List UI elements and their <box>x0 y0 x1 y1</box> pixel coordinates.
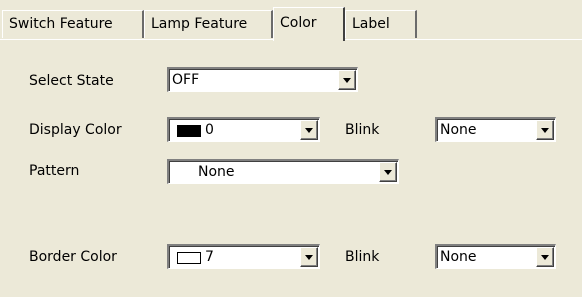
display-blink-dropdown[interactable]: None <box>435 117 556 142</box>
select-state-dropdown[interactable]: OFF <box>167 67 358 92</box>
dropdown-button[interactable] <box>536 247 554 267</box>
tab-label: Switch Feature <box>9 16 113 32</box>
display-blink-value: None <box>440 122 477 138</box>
pattern-value: None <box>198 164 235 180</box>
display-color-dropdown[interactable]: 0 <box>167 117 320 142</box>
chevron-down-icon <box>384 170 392 175</box>
dropdown-button[interactable] <box>536 120 554 140</box>
dropdown-button[interactable] <box>338 70 356 90</box>
dropdown-button[interactable] <box>300 247 318 267</box>
tab-lamp-feature[interactable]: Lamp Feature <box>144 10 273 38</box>
tab-label: Color <box>280 15 317 31</box>
border-color-value: 7 <box>205 249 214 265</box>
pattern-dropdown[interactable]: None <box>167 159 399 184</box>
border-blink-dropdown[interactable]: None <box>435 244 556 269</box>
tab-label-tab[interactable]: Label <box>345 10 417 38</box>
pattern-label: Pattern <box>29 163 80 179</box>
select-state-value: OFF <box>172 72 200 88</box>
border-color-label: Border Color <box>29 249 117 265</box>
border-blink-label: Blink <box>345 249 380 265</box>
tab-label: Lamp Feature <box>151 16 248 32</box>
display-color-label: Display Color <box>29 122 122 138</box>
dropdown-button[interactable] <box>300 120 318 140</box>
chevron-down-icon <box>305 255 313 260</box>
color-swatch-icon <box>177 125 201 137</box>
display-blink-label: Blink <box>345 122 380 138</box>
chevron-down-icon <box>541 255 549 260</box>
tab-switch-feature[interactable]: Switch Feature <box>2 10 144 38</box>
border-color-dropdown[interactable]: 7 <box>167 244 320 269</box>
chevron-down-icon <box>343 78 351 83</box>
select-state-label: Select State <box>29 73 114 89</box>
border-blink-value: None <box>440 249 477 265</box>
dropdown-button[interactable] <box>379 162 397 182</box>
tab-bar: Switch Feature Lamp Feature Color Label <box>0 0 582 41</box>
display-color-value: 0 <box>205 122 214 138</box>
color-settings-panel: Switch Feature Lamp Feature Color Label … <box>0 0 582 297</box>
color-swatch-icon <box>177 252 201 264</box>
chevron-down-icon <box>541 128 549 133</box>
tab-color[interactable]: Color <box>273 7 345 41</box>
tab-label: Label <box>352 16 390 32</box>
chevron-down-icon <box>305 128 313 133</box>
